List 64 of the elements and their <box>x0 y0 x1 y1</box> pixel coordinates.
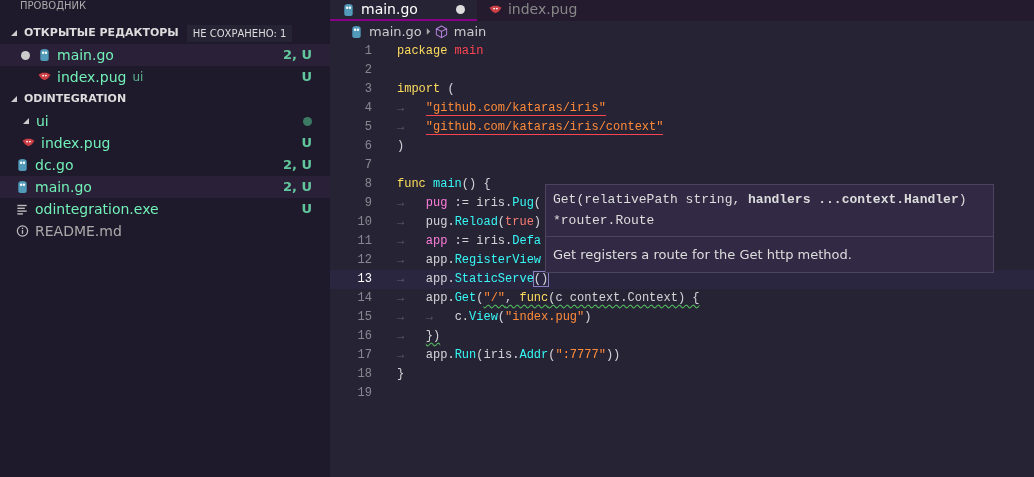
code-line: → app.Get("/", func(c context.Context) { <box>397 290 700 307</box>
code-line: → app.RegisterView <box>397 252 542 269</box>
code-line: → → c.View("index.pug") <box>397 309 592 326</box>
line-number: 17 <box>356 347 372 364</box>
description-text: Get registers a route for the Get http method. <box>546 236 993 272</box>
breadcrumb-item[interactable]: main.go <box>350 21 422 42</box>
signature-text: Get(relativePath string, handlers ...context.Handler) <box>552 191 968 209</box>
file-item[interactable]: ui <box>0 110 330 132</box>
chevron-icon <box>425 27 431 36</box>
code-line: ) <box>397 138 405 155</box>
line-number: 14 <box>356 290 372 307</box>
line-number: 6 <box>363 138 372 155</box>
file-item[interactable]: odintegration.exe U <box>0 198 330 220</box>
code-line: import ( <box>397 81 455 98</box>
line-number: 15 <box>356 309 372 326</box>
line-number: 19 <box>356 385 372 402</box>
file-item[interactable]: main.go 2, U <box>0 176 330 198</box>
code-line: → app.StaticServe() <box>397 271 549 288</box>
gopher-icon <box>342 2 355 17</box>
line-number: 16 <box>356 328 372 345</box>
file-item[interactable]: main.go 2, U <box>0 44 330 66</box>
line-number: 5 <box>363 119 372 136</box>
line-number: 12 <box>356 252 372 269</box>
line-number: 2 <box>363 62 372 79</box>
lines-icon <box>16 202 29 216</box>
code-line: → "github.com/kataras/iris/context" <box>397 119 664 137</box>
line-number: 4 <box>363 100 372 117</box>
section-header[interactable]: ODINTEGRATION <box>0 88 330 110</box>
line-number: 11 <box>356 233 372 250</box>
return-type: *router.Route <box>552 212 656 230</box>
code-line: → pug.Reload(true) <box>397 214 542 231</box>
gopher-icon <box>38 48 51 62</box>
file-item[interactable]: README.md <box>0 220 330 242</box>
gopher-icon <box>16 180 29 194</box>
line-number: 10 <box>356 214 372 231</box>
line-number: 18 <box>356 366 372 383</box>
line-number: 8 <box>363 176 372 193</box>
file-item[interactable]: index.pug U <box>0 132 330 154</box>
code-line: func main() { <box>397 176 491 193</box>
code-line: → "github.com/kataras/iris" <box>397 100 606 118</box>
sidebar-title: ПРОВОДНИК <box>19 0 87 12</box>
expanded-icon[interactable] <box>22 117 30 125</box>
line-number: 13 <box>356 271 372 288</box>
code-line: → app.Run(iris.Addr(":7777")) <box>397 347 621 364</box>
line-number: 1 <box>363 43 372 60</box>
editor-tab[interactable]: main.go <box>330 0 477 21</box>
line-number: 7 <box>363 157 372 174</box>
code-line: → pug := iris.Pug( <box>397 195 542 212</box>
line-number: 3 <box>363 81 372 98</box>
code-line: } <box>397 366 405 383</box>
gopher-icon <box>16 158 29 172</box>
cube-icon <box>434 24 448 39</box>
expanded-icon[interactable] <box>10 95 18 103</box>
breadcrumb-item[interactable]: main <box>434 21 487 42</box>
line-number: 9 <box>363 195 372 212</box>
file-item[interactable]: dc.go 2, U <box>0 154 330 176</box>
code-line: → app := iris.Defa <box>397 233 542 250</box>
section-header[interactable]: ОТКРЫТЫЕ РЕДАКТОРЫ НЕ СОХРАНЕНО: 1 <box>0 22 330 44</box>
info-icon <box>16 224 29 238</box>
expanded-icon[interactable] <box>10 29 18 37</box>
file-item[interactable]: index.pug ui U <box>0 66 330 88</box>
code-line: → }) <box>397 328 441 345</box>
code-line: package main <box>397 43 484 60</box>
gopher-icon <box>350 24 363 39</box>
